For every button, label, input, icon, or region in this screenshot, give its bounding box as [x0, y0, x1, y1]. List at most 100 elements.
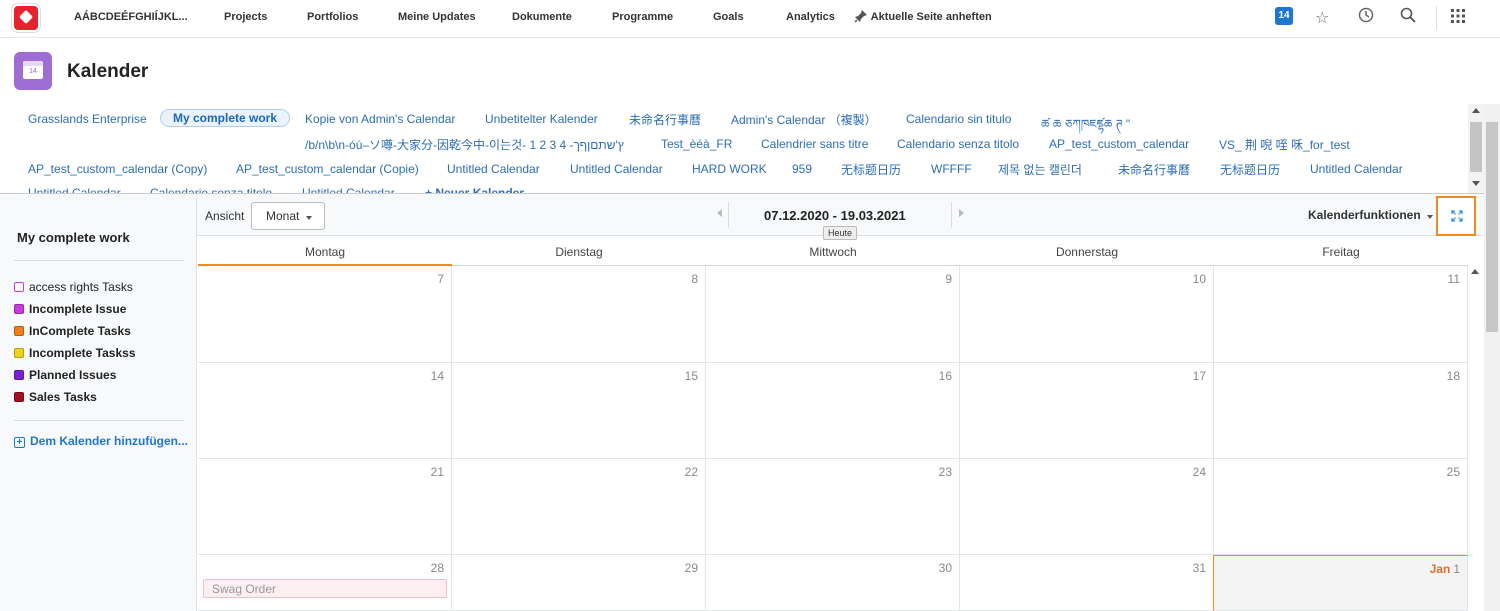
calendar-tab[interactable]: WFFFF — [931, 162, 972, 176]
day-cell[interactable]: 23 — [706, 459, 960, 555]
day-cell[interactable]: 25 — [1214, 459, 1468, 555]
day-cell[interactable]: 28 Swag Order — [198, 555, 452, 611]
calendar-tab[interactable]: Admin's Calendar （複製） — [731, 111, 877, 128]
legend-label: Planned Issues — [29, 368, 117, 382]
legend-swatch — [14, 348, 24, 358]
scroll-up-arrow-icon[interactable] — [1472, 108, 1480, 113]
calendar-tab[interactable]: Calendario senza titolo — [897, 137, 1019, 151]
calendar-tab[interactable]: AP_test_custom_calendar — [1049, 137, 1189, 151]
day-header-friday: Freitag — [1214, 236, 1468, 266]
calendar-tab[interactable]: Untitled Calendar — [570, 162, 663, 176]
calendar-tab[interactable]: 제목 없는 캘린더 — [998, 161, 1082, 178]
calendar-tab[interactable]: Calendrier sans titre — [761, 137, 868, 151]
legend-item[interactable]: Planned Issues — [14, 368, 116, 382]
search-icon[interactable] — [1400, 7, 1416, 28]
sidebar-divider — [14, 260, 184, 261]
calendar-tab[interactable]: VS_ 荆 唲 咥 咊_for_test — [1219, 136, 1350, 153]
view-select[interactable]: Monat — [251, 202, 325, 230]
next-arrow-icon[interactable] — [959, 209, 964, 217]
new-calendar-link[interactable]: + Neuer Kalender — [425, 186, 524, 193]
calendar-tab[interactable]: Calendario senza titolo — [150, 186, 272, 193]
arrow-divider — [728, 202, 729, 228]
app-grid-icon[interactable] — [1450, 8, 1466, 29]
calendar-event[interactable]: Swag Order — [203, 579, 447, 598]
calendar-tab[interactable]: 未命名行事曆 — [1118, 161, 1190, 178]
page-scroll-thumb[interactable] — [1486, 122, 1498, 332]
nav-portfolios[interactable]: Portfolios — [307, 11, 358, 23]
add-to-calendar-link[interactable]: + Dem Kalender hinzufügen... — [14, 434, 188, 448]
add-to-calendar-label: Dem Kalender hinzufügen... — [30, 434, 189, 448]
day-cell[interactable]: 16 — [706, 363, 960, 459]
calendar-tab[interactable]: Test_èéà_FR — [661, 137, 732, 151]
legend-label: InComplete Tasks — [29, 324, 131, 338]
legend-swatch — [14, 326, 24, 336]
day-cell[interactable]: 18 — [1214, 363, 1468, 459]
day-cell[interactable]: 29 — [452, 555, 706, 611]
history-icon[interactable] — [1358, 7, 1374, 28]
calendar-tab[interactable]: 未命名行事曆 — [629, 111, 701, 128]
org-name[interactable]: AÁBCDEÉFGHIÍJKL... — [74, 11, 188, 23]
day-cell-today[interactable]: Jan 1 — [1213, 555, 1468, 611]
calendar-tab[interactable]: Grasslands Enterprise — [28, 112, 147, 126]
pin-page-button[interactable]: Aktuelle Seite anheften — [854, 9, 992, 23]
legend-item[interactable]: InComplete Tasks — [14, 324, 131, 338]
nav-programme[interactable]: Programme — [612, 11, 673, 23]
calendar-tab[interactable]: 无标题日历 — [1220, 161, 1280, 178]
day-cell[interactable]: 22 — [452, 459, 706, 555]
previous-arrow-icon[interactable] — [717, 209, 722, 217]
scroll-down-arrow-icon[interactable] — [1472, 181, 1480, 186]
nav-goals[interactable]: Goals — [713, 11, 744, 23]
day-cell[interactable]: 17 — [960, 363, 1214, 459]
nav-analytics[interactable]: Analytics — [786, 11, 835, 23]
calendar-functions-menu[interactable]: Kalenderfunktionen — [1308, 208, 1433, 222]
nav-divider — [1436, 6, 1437, 30]
calendar-tab[interactable]: 无标题日历 — [841, 161, 901, 178]
scroll-thumb[interactable] — [1470, 122, 1482, 172]
day-cell[interactable]: 15 — [452, 363, 706, 459]
legend-item[interactable]: access rights Tasks — [14, 280, 133, 294]
day-cell[interactable]: 24 — [960, 459, 1214, 555]
calendar-tab[interactable]: Untitled Calendar — [447, 162, 540, 176]
calendar-tab[interactable]: Untitled Calendar — [1310, 162, 1403, 176]
legend-item[interactable]: Sales Tasks — [14, 390, 97, 404]
page-title: Kalender — [67, 61, 149, 82]
page-scrollbar[interactable] — [1484, 104, 1500, 611]
date-range[interactable]: 07.12.2020 - 19.03.2021 — [764, 208, 906, 223]
legend-swatch — [14, 304, 24, 314]
chevron-down-icon — [1426, 215, 1433, 219]
nav-meine-updates[interactable]: Meine Updates — [398, 11, 476, 23]
calendar-list-scrollbar[interactable] — [1468, 104, 1484, 193]
calendar-tab-active[interactable]: My complete work — [160, 109, 291, 127]
day-cell[interactable]: 30 — [706, 555, 960, 611]
calendar-tab[interactable]: /b/n\b\n-óú–ソ噂-大家分-因乾今中-이는것- 1 2 3 4 -ץ'… — [305, 136, 635, 153]
star-icon[interactable]: ☆ — [1315, 8, 1329, 28]
nav-dokumente[interactable]: Dokumente — [512, 11, 572, 23]
day-cell[interactable]: 10 — [960, 266, 1214, 363]
calendar-tab[interactable]: Unbetitelter Kalender — [485, 112, 598, 126]
grid-scroll-up-icon[interactable] — [1471, 269, 1479, 274]
calendar-tab[interactable]: Kopie von Admin's Calendar — [305, 112, 455, 126]
calendar-tab[interactable]: AP_test_custom_calendar (Copie) — [236, 162, 419, 176]
day-number: 1 — [1453, 562, 1460, 576]
day-cell[interactable]: 7 — [198, 266, 452, 363]
day-cell[interactable]: 9 — [706, 266, 960, 363]
legend-label: access rights Tasks — [29, 280, 133, 294]
view-select-value: Monat — [266, 209, 300, 223]
day-cell[interactable]: 31 — [960, 555, 1214, 611]
legend-item[interactable]: Incomplete Issue — [14, 302, 126, 316]
fullscreen-button[interactable] — [1436, 196, 1476, 236]
day-cell[interactable]: 8 — [452, 266, 706, 363]
notification-badge[interactable]: 14 — [1275, 7, 1293, 25]
legend-item[interactable]: Incomplete Taskss — [14, 346, 136, 360]
day-cell[interactable]: 11 — [1214, 266, 1468, 363]
app-logo-icon[interactable] — [12, 4, 40, 32]
calendar-tab[interactable]: HARD WORK — [692, 162, 767, 176]
nav-projects[interactable]: Projects — [224, 11, 267, 23]
calendar-tab[interactable]: Untitled Calendar — [28, 186, 121, 193]
calendar-tab[interactable]: Calendario sin titulo — [906, 112, 1011, 126]
calendar-tab[interactable]: 959 — [792, 162, 812, 176]
day-cell[interactable]: 21 — [198, 459, 452, 555]
calendar-tab[interactable]: AP_test_custom_calendar (Copy) — [28, 162, 207, 176]
day-cell[interactable]: 14 — [198, 363, 452, 459]
calendar-tab[interactable]: Untitled Calendar — [302, 186, 395, 193]
